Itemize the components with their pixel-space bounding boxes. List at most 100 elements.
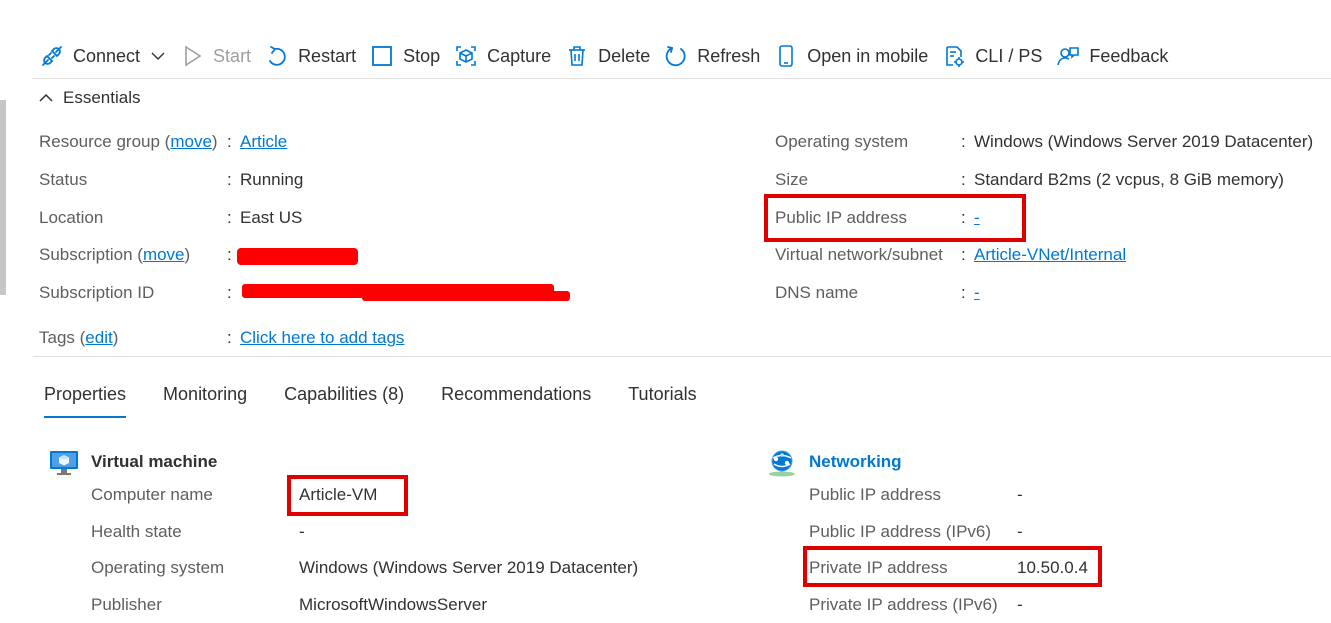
subscription-move-link[interactable]: move	[143, 245, 185, 264]
status-label: Status	[39, 170, 88, 189]
restart-button[interactable]: Restart	[258, 36, 363, 76]
start-label: Start	[213, 45, 252, 66]
open-in-mobile-button[interactable]: Open in mobile	[767, 36, 935, 76]
net-private-ipv6-value: -	[1017, 595, 1023, 614]
tab-capabilities[interactable]: Capabilities (8)	[275, 380, 413, 418]
subscription-row: Subscription (move) :	[39, 245, 739, 267]
refresh-button[interactable]: Refresh	[657, 36, 767, 76]
subscription-label: Subscription (move)	[39, 245, 190, 265]
refresh-label: Refresh	[697, 45, 761, 66]
networking-title-link[interactable]: Networking	[809, 452, 902, 472]
dns-link[interactable]: -	[974, 283, 980, 303]
open-in-mobile-label: Open in mobile	[807, 45, 929, 66]
resource-group-label: Resource group (move)	[39, 132, 218, 152]
essentials-divider	[33, 356, 1331, 357]
net-public-ip-label: Public IP address	[809, 485, 941, 504]
private-ip-highlight-box	[803, 546, 1102, 587]
resource-group-label-text: Resource group (	[39, 132, 171, 151]
chevron-up-icon	[38, 90, 54, 106]
vm-os-value: Windows (Windows Server 2019 Datacenter)	[299, 558, 639, 577]
tab-bar: Properties Monitoring Capabilities (8) R…	[35, 380, 725, 418]
capture-button[interactable]: Capture	[447, 36, 558, 76]
tags-label-text: Tags (	[39, 328, 86, 347]
net-public-ipv6-label: Public IP address (IPv6)	[809, 522, 992, 541]
networking-icon	[767, 449, 797, 477]
feedback-icon	[1056, 44, 1080, 68]
feedback-button[interactable]: Feedback	[1049, 36, 1175, 76]
stop-label: Stop	[403, 45, 441, 66]
separator: :	[227, 170, 232, 189]
separator: :	[227, 328, 232, 347]
separator: :	[961, 245, 966, 264]
size-label: Size	[775, 170, 809, 189]
resource-group-row: Resource group (move) : Article	[39, 132, 739, 154]
separator: :	[961, 283, 966, 302]
tab-recommendations[interactable]: Recommendations	[432, 380, 600, 418]
tab-properties[interactable]: Properties	[35, 380, 135, 418]
health-state-label: Health state	[91, 522, 182, 541]
tags-row: Tags (edit) : Click here to add tags	[39, 328, 739, 350]
tab-tutorials[interactable]: Tutorials	[619, 380, 705, 418]
vnet-label: Virtual network/subnet	[775, 245, 943, 264]
left-scrollbar[interactable]	[0, 100, 6, 295]
feedback-label: Feedback	[1089, 45, 1169, 66]
trash-icon	[565, 44, 589, 68]
separator: :	[227, 208, 232, 227]
os-row: Operating system : Windows (Windows Serv…	[775, 132, 1331, 154]
public-ip-highlight-box	[764, 194, 1026, 242]
chevron-down-icon	[150, 48, 166, 64]
cli-ps-button[interactable]: CLI / PS	[935, 36, 1049, 76]
os-label: Operating system	[775, 132, 909, 151]
resource-group-move-link[interactable]: move	[170, 132, 212, 151]
net-public-ip-value: -	[1017, 485, 1023, 504]
virtual-machine-title: Virtual machine	[91, 452, 218, 471]
location-label: Location	[39, 208, 104, 227]
delete-button[interactable]: Delete	[558, 36, 657, 76]
subscription-id-label: Subscription ID	[39, 283, 155, 302]
tab-monitoring[interactable]: Monitoring	[154, 380, 256, 418]
subscription-label-text: Subscription (	[39, 245, 143, 264]
tags-label-end: )	[112, 328, 119, 347]
subscription-id-redaction-tail	[362, 291, 570, 301]
restart-icon	[265, 44, 289, 68]
os-value: Windows (Windows Server 2019 Datacenter)	[974, 132, 1314, 151]
status-value: Running	[240, 170, 304, 189]
vnet-row: Virtual network/subnet : Article-VNet/In…	[775, 245, 1331, 267]
restart-label: Restart	[298, 45, 357, 66]
vm-os-label: Operating system	[91, 558, 225, 577]
separator: :	[961, 132, 966, 151]
dns-label: DNS name	[775, 283, 859, 302]
stop-icon	[370, 44, 394, 68]
publisher-label: Publisher	[91, 595, 162, 614]
play-icon	[180, 44, 204, 68]
start-button[interactable]: Start	[173, 36, 258, 76]
location-value: East US	[240, 208, 303, 227]
capture-icon	[454, 44, 478, 68]
refresh-icon	[664, 44, 688, 68]
size-value: Standard B2ms (2 vcpus, 8 GiB memory)	[974, 170, 1284, 189]
stop-button[interactable]: Stop	[363, 36, 447, 76]
publisher-value: MicrosoftWindowsServer	[299, 595, 487, 614]
cli-script-icon	[942, 44, 966, 68]
vnet-link[interactable]: Article-VNet/Internal	[974, 245, 1126, 265]
dns-row: DNS name : -	[775, 283, 1331, 305]
add-tags-link[interactable]: Click here to add tags	[240, 328, 404, 348]
resource-group-link[interactable]: Article	[240, 132, 287, 152]
capture-label: Capture	[487, 45, 552, 66]
subscription-label-end: )	[184, 245, 191, 264]
essentials-toggle[interactable]: Essentials	[38, 88, 140, 108]
mobile-phone-icon	[774, 44, 798, 68]
plug-icon	[40, 44, 64, 68]
tags-edit-link[interactable]: edit	[85, 328, 112, 347]
virtual-machine-icon	[49, 449, 79, 477]
net-private-ipv6-label: Private IP address (IPv6)	[809, 595, 998, 614]
subscription-redaction	[237, 248, 358, 265]
command-bar: Connect Start Restart Stop Capture Delet…	[33, 34, 1331, 79]
separator: :	[961, 170, 966, 189]
essentials-left-column: Resource group (move) : Article Status :…	[39, 132, 739, 362]
location-row: Location : East US	[39, 208, 739, 230]
status-row: Status : Running	[39, 170, 739, 192]
net-public-ipv6-value: -	[1017, 522, 1023, 541]
cli-ps-label: CLI / PS	[975, 45, 1043, 66]
connect-button[interactable]: Connect	[33, 36, 173, 76]
